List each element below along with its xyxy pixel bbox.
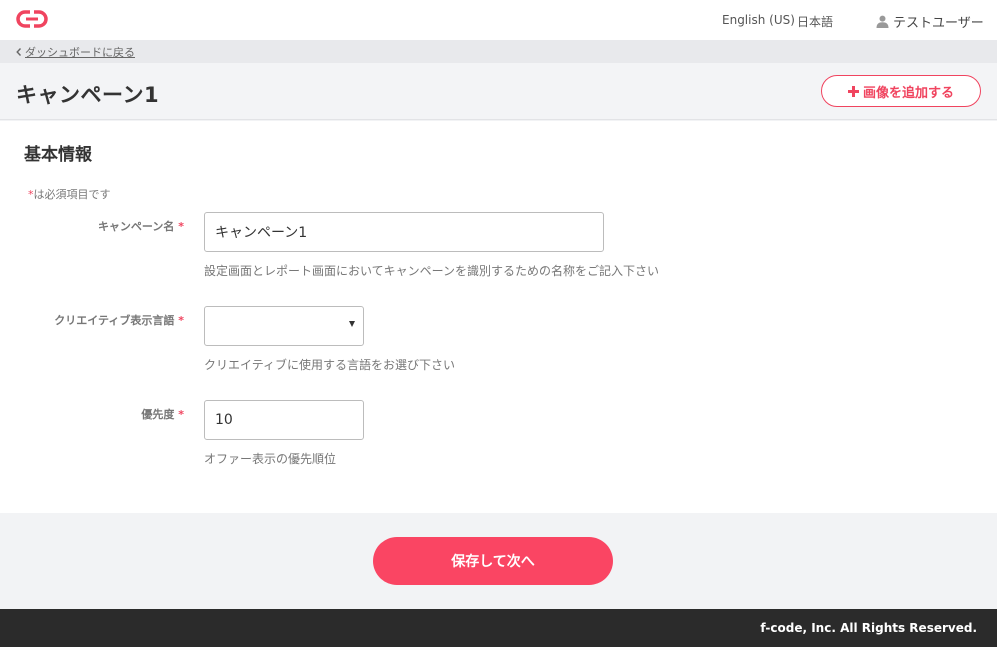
campaign-name-value: キャンペーン1 [215, 225, 308, 241]
creative-language-label: クリエイティブ表示言語 * [0, 312, 184, 328]
top-navbar: English (US) 日本語 テストユーザー [0, 0, 997, 40]
creative-language-select[interactable] [204, 306, 364, 346]
campaign-name-label: キャンペーン名 * [0, 218, 184, 234]
priority-input[interactable]: 10 [204, 400, 364, 440]
creative-language-help: クリエイティブに使用する言語をお選び下さい [204, 358, 456, 372]
back-link-label: ダッシュボードに戻る [25, 46, 135, 59]
user-name: テストユーザー [893, 16, 984, 31]
language-japanese-link[interactable]: 日本語 [797, 13, 833, 30]
language-english-link[interactable]: English (US) [722, 13, 795, 27]
campaign-name-label-text: キャンペーン名 [97, 220, 175, 233]
priority-label-text: 優先度 [141, 408, 175, 421]
footer: f-code, Inc. All Rights Reserved. [0, 609, 997, 647]
page-header: キャンペーン1 画像を追加する [0, 63, 997, 120]
required-asterisk: * [178, 408, 184, 421]
back-to-dashboard-link[interactable]: ダッシュボードに戻る [16, 44, 135, 60]
chain-link-logo-icon[interactable] [16, 9, 48, 29]
required-note-text: は必須項目です [33, 188, 111, 201]
required-asterisk: * [178, 220, 184, 233]
save-and-next-button[interactable]: 保存して次へ [373, 537, 613, 585]
dropdown-arrow-icon [349, 321, 355, 327]
chevron-left-icon [16, 48, 22, 56]
required-note: *は必須項目です [28, 186, 111, 202]
form-panel: 基本情報 *は必須項目です キャンペーン名 * キャンペーン1 設定画面とレポー… [0, 121, 997, 513]
user-menu[interactable]: テストユーザー [876, 12, 984, 31]
campaign-name-input[interactable]: キャンペーン1 [204, 212, 604, 252]
priority-value: 10 [215, 412, 233, 428]
copyright-text: f-code, Inc. All Rights Reserved. [760, 621, 977, 635]
add-image-button[interactable]: 画像を追加する [821, 75, 981, 107]
user-icon [876, 15, 889, 28]
section-title: 基本情報 [24, 145, 92, 165]
priority-help: オファー表示の優先順位 [204, 452, 337, 466]
required-asterisk: * [178, 314, 184, 327]
page-title: キャンペーン1 [16, 83, 160, 107]
plus-icon [847, 85, 859, 97]
form-actions: 保存して次へ [0, 513, 997, 609]
add-image-label: 画像を追加する [862, 85, 954, 101]
priority-label: 優先度 * [0, 406, 184, 422]
breadcrumb: ダッシュボードに戻る [0, 40, 997, 63]
campaign-name-help: 設定画面とレポート画面においてキャンペーンを識別するための名称をご記入下さい [204, 264, 660, 278]
creative-language-label-text: クリエイティブ表示言語 [54, 314, 175, 327]
